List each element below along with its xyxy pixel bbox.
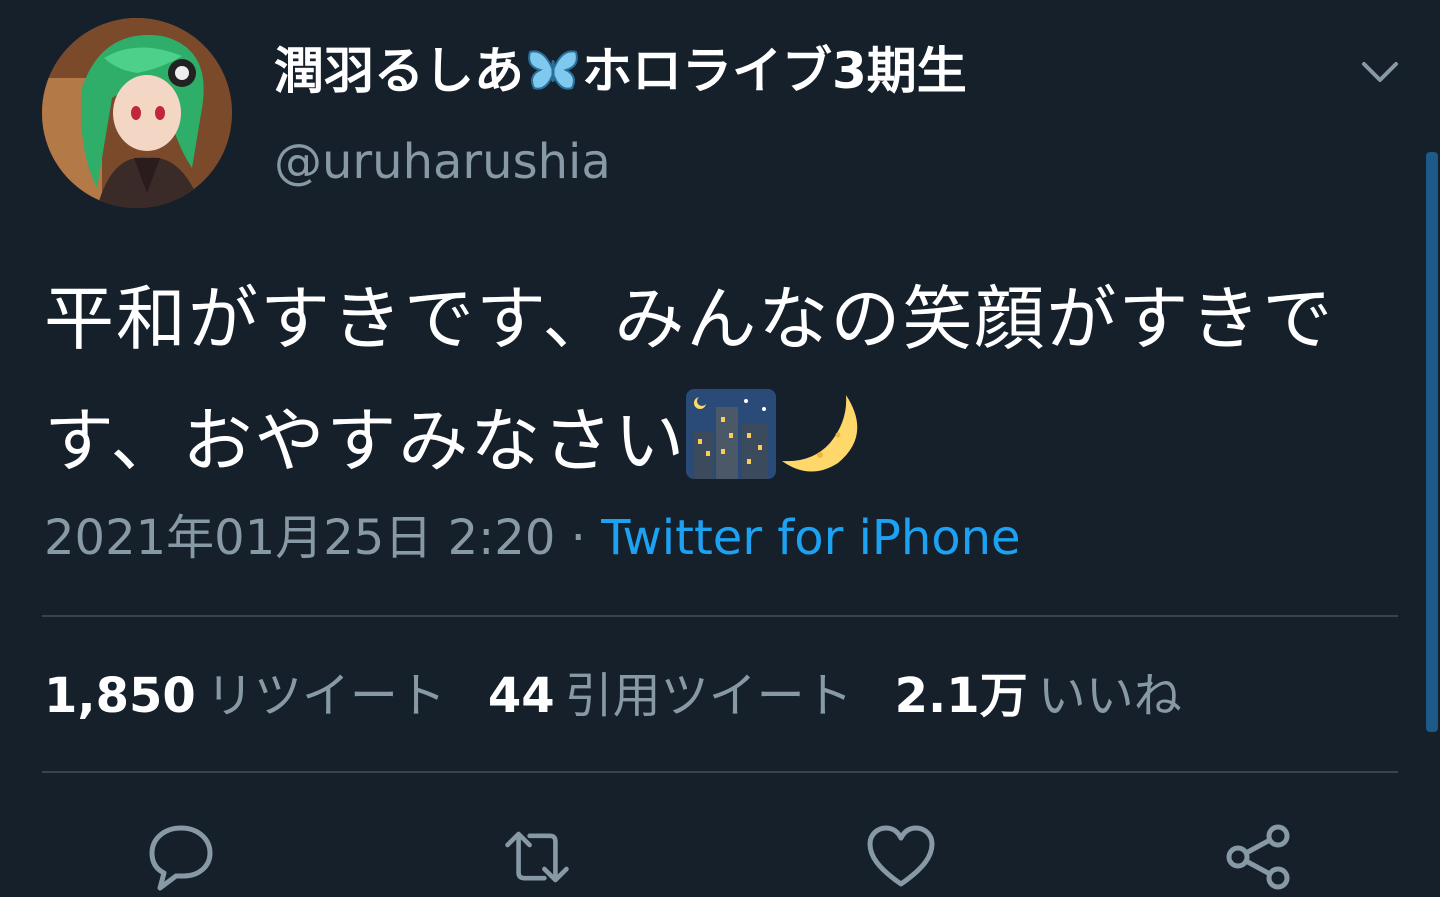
divider-bottom [42,771,1398,773]
timestamp[interactable]: 2021年01月25日 2:20 [44,510,555,566]
quotes-stat[interactable]: 44 引用ツイート [488,664,853,728]
display-name-suffix: ホロライブ3期生 [582,42,967,100]
meta-separator: · [570,510,586,566]
like-icon[interactable] [866,822,936,892]
tweet-meta: 2021年01月25日 2:20 · Twitter for iPhone [44,506,1021,570]
display-name-text: 潤羽るしあ [274,42,524,100]
tweet-text: 平和がすきです、みんなの笑顔がすきです、おやすみなさい [44,258,1384,516]
divider-top [42,615,1398,617]
likes-stat[interactable]: 2.1万 いいね [895,664,1182,728]
tweet-detail-view: 潤羽るしあ ホロライブ3期生 @uruharushia 平和がすきです、みんなの笑… [0,0,1440,897]
source-link[interactable]: Twitter for iPhone [601,510,1020,566]
likes-count: 2.1万 [894,668,1028,724]
scrollbar[interactable] [1426,152,1438,732]
butterfly-icon [526,46,580,94]
retweet-icon[interactable] [502,822,572,892]
avatar-image [42,18,232,208]
user-handle[interactable]: @uruharushia [274,132,611,192]
reply-icon[interactable] [146,822,216,892]
night-city-icon [686,389,777,516]
avatar[interactable] [42,18,232,208]
quotes-count: 44 [487,668,555,724]
likes-label: いいね [1037,668,1182,724]
retweets-label: リツイート [205,668,446,724]
chevron-down-icon[interactable] [1358,50,1402,94]
crescent-moon-icon [776,389,866,516]
retweets-stat[interactable]: 1,850 リツイート [44,664,446,728]
quotes-label: 引用ツイート [564,668,853,724]
display-name[interactable]: 潤羽るしあ ホロライブ3期生 [274,40,967,102]
retweets-count: 1,850 [44,668,196,724]
share-icon[interactable] [1224,822,1294,892]
tweet-stats: 1,850 リツイート 44 引用ツイート 2.1万 いいね [44,664,1224,728]
